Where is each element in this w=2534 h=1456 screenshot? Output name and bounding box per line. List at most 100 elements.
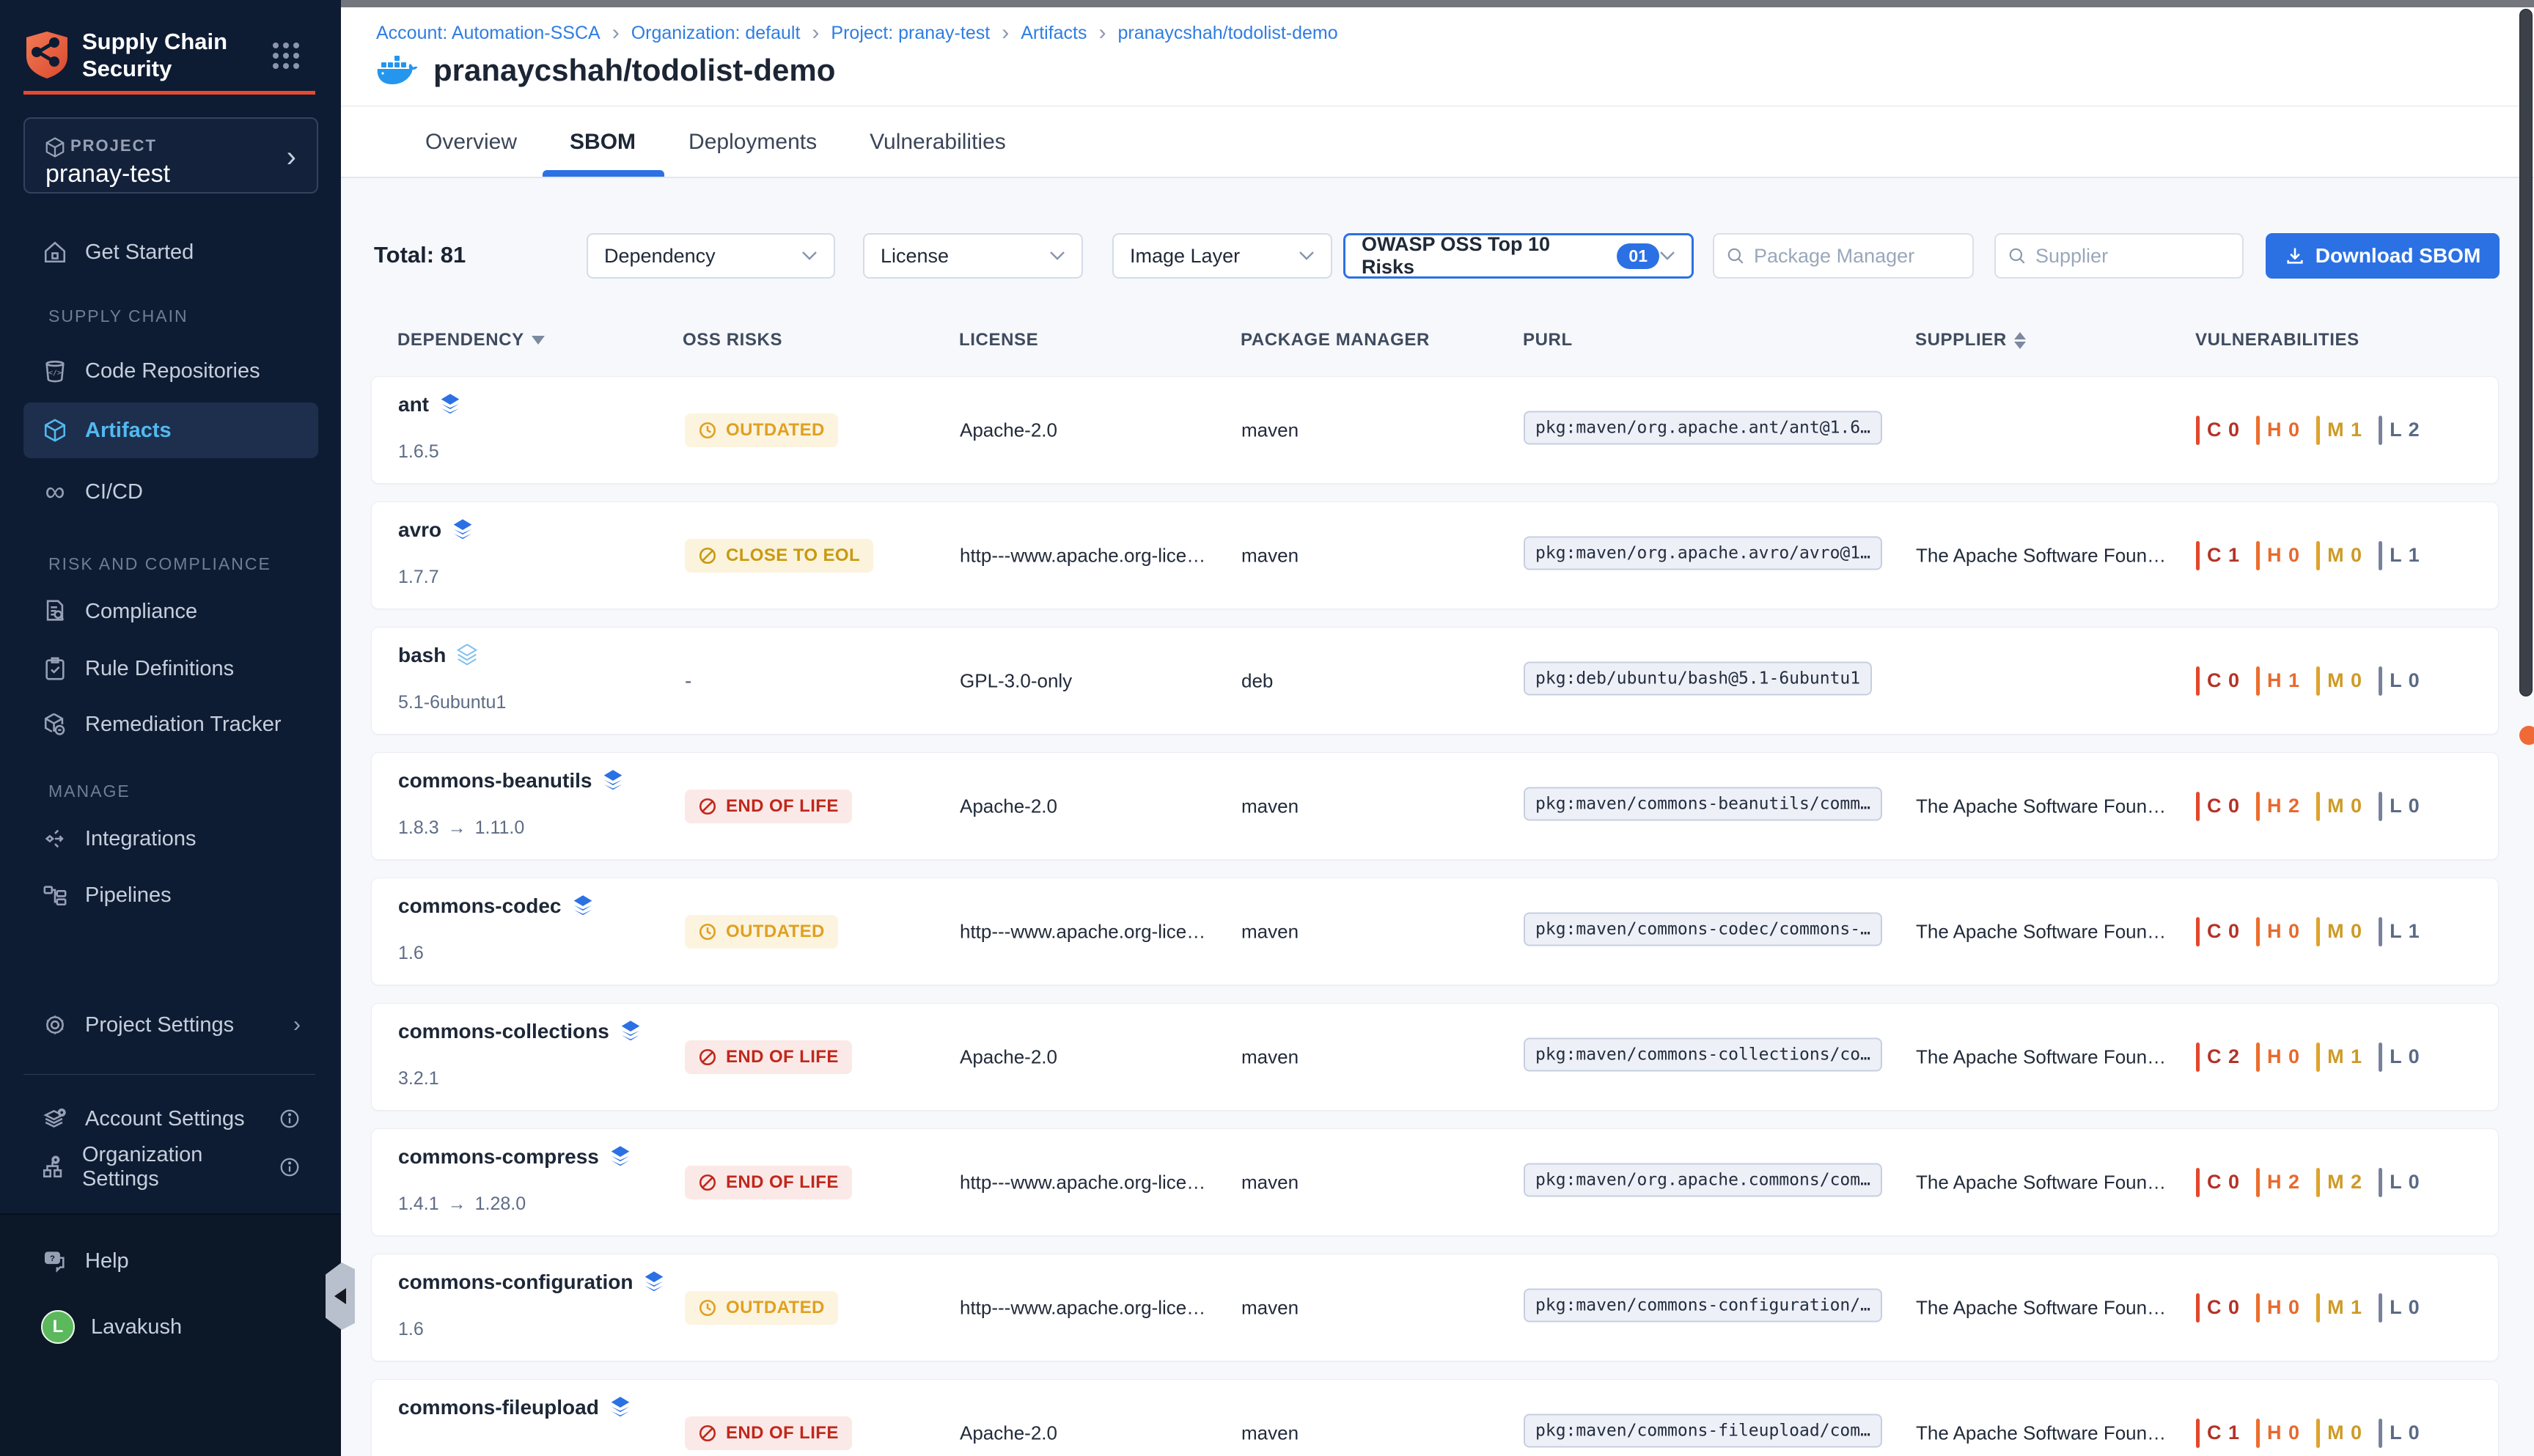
sidebar-item-code-repositories[interactable]: </> Code Repositories [23,343,318,399]
info-icon[interactable] [279,1156,301,1178]
purl-pill[interactable]: pkg:maven/commons-fileupload/com… [1524,1413,1882,1447]
chevron-right-icon: › [287,141,296,174]
vuln-c-count: C 0 [2196,1168,2240,1197]
package-manager-cell: maven [1241,419,1432,441]
oss-risk-badge: END OF LIFE [685,1166,852,1199]
sidebar-item-project-settings[interactable]: Project Settings › [23,997,318,1053]
oss-risk-badge: CLOSE TO EOL [685,539,873,573]
sidebar-item-label: Get Started [85,240,194,265]
dependency-name: commons-codec [398,894,594,918]
sidebar-item-help[interactable]: ? Help [23,1233,318,1289]
sidebar-item-label: Rule Definitions [85,657,234,681]
dependency-version: 5.1-6ubuntu1 [398,692,506,713]
user-menu[interactable]: L Lavakush [23,1299,318,1355]
dependency-version: 3.2.1 [398,1068,439,1089]
project-name: pranay-test [45,160,170,188]
dependency-version: 1.6.5 [398,441,439,463]
license-cell: http---www.apache.org-lice… [960,920,1231,943]
vuln-h-count: H 0 [2256,541,2300,570]
code-repository-icon: </> [41,359,69,383]
scrollbar-thumb[interactable] [2519,9,2533,696]
sidebar-collapse-handle[interactable] [326,1262,355,1330]
purl-pill[interactable]: pkg:deb/ubuntu/bash@5.1-6ubuntu1 [1524,661,1872,695]
license-cell: http---www.apache.org-lice… [960,1296,1231,1319]
sidebar-item-rule-definitions[interactable]: Rule Definitions [23,641,318,696]
table-row[interactable]: avro 1.7.7 CLOSE TO EOL http---www.apach… [371,501,2499,609]
vuln-m-count: M 0 [2316,1419,2362,1448]
vuln-c-count: C 0 [2196,1293,2240,1323]
license-cell: http---www.apache.org-lice… [960,544,1231,567]
app-title: Supply Chain Security [82,28,227,82]
table-row[interactable]: commons-beanutils 1.8.3→1.11.0 END OF LI… [371,752,2499,860]
vuln-l-count: L 0 [2379,792,2420,821]
layers-icon [609,1396,631,1419]
clock-icon [698,421,717,440]
table-row[interactable]: bash 5.1-6ubuntu1 - GPL-3.0-only deb pkg… [371,627,2499,735]
purl-pill[interactable]: pkg:maven/commons-configuration/… [1524,1288,1882,1322]
no-entry-icon [698,1173,717,1192]
app-switcher-icon[interactable] [273,43,302,72]
package-manager-cell: deb [1241,669,1432,692]
sidebar-item-remediation-tracker[interactable]: Remediation Tracker [23,696,318,752]
oss-risk-badge: END OF LIFE [685,1416,852,1450]
purl-pill[interactable]: pkg:maven/commons-codec/commons-… [1524,912,1882,946]
vuln-h-count: H 0 [2256,1043,2300,1072]
vuln-c-count: C 0 [2196,416,2240,445]
sidebar-item-label: Remediation Tracker [85,713,282,737]
table-row[interactable]: commons-collections 3.2.1 END OF LIFE Ap… [371,1003,2499,1111]
vuln-h-count: H 0 [2256,1293,2300,1323]
purl-pill[interactable]: pkg:maven/commons-beanutils/comm… [1524,787,1882,820]
purl-pill[interactable]: pkg:maven/org.apache.avro/avro@1… [1524,536,1882,570]
sidebar-item-organization-settings[interactable]: Organization Settings [23,1139,318,1195]
dependency-name: commons-configuration [398,1271,665,1294]
sidebar-item-label: Account Settings [85,1107,245,1131]
table-row[interactable]: commons-codec 1.6 OUTDATED http---www.ap… [371,878,2499,985]
sidebar-item-account-settings[interactable]: Account Settings [23,1091,318,1147]
artifact-box-icon [41,418,69,443]
purl-pill[interactable]: pkg:maven/commons-collections/co… [1524,1037,1882,1071]
dependency-name: commons-collections [398,1020,642,1043]
package-manager-cell: maven [1241,795,1432,817]
table-row[interactable]: ant 1.6.5 OUTDATED Apache-2.0 maven pkg:… [371,376,2499,484]
shield-logo-icon [23,30,70,80]
sidebar-divider [23,1074,315,1075]
vuln-c-count: C 1 [2196,1419,2240,1448]
purl-pill[interactable]: pkg:maven/org.apache.ant/ant@1.6… [1524,411,1882,444]
sidebar-item-compliance[interactable]: Compliance [23,584,318,639]
notification-dot [2519,726,2534,745]
dependency-version: 1.7.7 [398,567,439,588]
table-row[interactable]: commons-configuration 1.6 OUTDATED http-… [371,1254,2499,1361]
sidebar-item-artifacts[interactable]: Artifacts [23,402,318,458]
clock-icon [698,1298,717,1317]
sidebar-section-supply-chain: SUPPLY CHAIN [48,306,188,326]
sidebar-item-integrations[interactable]: Integrations [23,811,318,867]
purl-pill[interactable]: pkg:maven/org.apache.commons/com… [1524,1163,1882,1196]
layers-icon [452,518,474,542]
info-icon[interactable] [279,1108,301,1130]
sidebar-item-pipelines[interactable]: Pipelines [23,867,318,923]
sidebar-item-label: Help [85,1249,129,1273]
sbom-table: ant 1.6.5 OUTDATED Apache-2.0 maven pkg:… [341,0,2534,1456]
dependency-name: avro [398,518,474,542]
org-gear-icon [41,1155,66,1180]
dependency-version: 1.4.1→1.28.0 [398,1194,526,1215]
vuln-c-count: C 2 [2196,1043,2240,1072]
pipeline-icon [41,883,69,908]
vuln-h-count: H 0 [2256,416,2300,445]
app-logo: Supply Chain Security [23,28,227,82]
vulnerabilities-cell: C 0H 0M 0L 1 [2196,917,2420,946]
dependency-version: 1.8.3→1.11.0 [398,817,524,839]
sidebar-item-get-started[interactable]: Get Started [23,224,318,280]
sidebar-item-cicd[interactable]: ∞ CI/CD [23,464,318,520]
home-icon [41,240,69,265]
vuln-l-count: L 0 [2379,1419,2420,1448]
supplier-cell: The Apache Software Foun… [1916,1296,2187,1319]
vulnerabilities-cell: C 0H 0M 1L 0 [2196,1293,2420,1323]
dependency-name: ant [398,393,461,416]
scrollbar[interactable] [2516,0,2534,1456]
gear-icon [41,1012,69,1037]
table-row[interactable]: commons-compress 1.4.1→1.28.0 END OF LIF… [371,1128,2499,1236]
sidebar-item-label: CI/CD [85,480,143,504]
project-selector[interactable]: PROJECT pranay-test › [23,117,318,194]
table-row[interactable]: commons-fileupload END OF LIFE Apache-2.… [371,1379,2499,1456]
